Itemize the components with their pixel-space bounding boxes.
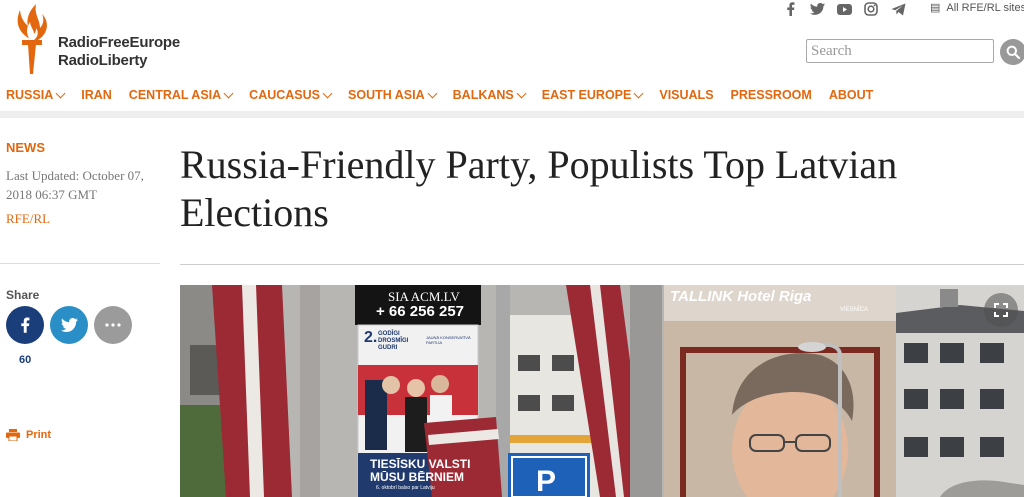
share-twitter-button[interactable]: [50, 306, 88, 344]
logo-line-1: RadioFreeEurope: [58, 34, 181, 51]
search-input[interactable]: [806, 39, 994, 63]
sites-icon: ▤: [930, 2, 941, 14]
logo-line-2: RadioLiberty: [58, 52, 148, 69]
share-facebook-button[interactable]: [6, 306, 44, 344]
nav-item-balkans[interactable]: BALKANS: [452, 88, 527, 102]
nav-item-pressroom[interactable]: PRESSROOM: [731, 88, 812, 102]
twitter-icon: [60, 318, 78, 332]
poster-bottom-line-2: MŪSU BĒRNIEM: [370, 470, 465, 484]
nav-label: IRAN: [81, 88, 112, 102]
last-updated: Last Updated: October 07, 2018 06:37 GMT: [6, 168, 144, 202]
instagram-icon[interactable]: [863, 1, 879, 17]
expand-photo-button[interactable]: [984, 293, 1018, 327]
article-title: Russia-Friendly Party, Populists Top Lat…: [180, 142, 898, 235]
social-links: [782, 0, 917, 18]
search-box: [806, 39, 1024, 65]
article-photo[interactable]: SIA ACM.LV + 66 256 257 2. GODĪGI DROSMĪ…: [180, 285, 1024, 497]
chevron-down-icon: [223, 88, 234, 98]
nav-label: ABOUT: [828, 88, 874, 102]
nav-item-east-europe[interactable]: EAST EUROPE: [541, 88, 644, 102]
nav-item-iran[interactable]: IRAN: [81, 88, 112, 102]
youtube-icon[interactable]: [836, 1, 852, 17]
nav-label: VISUALS: [659, 88, 714, 102]
chevron-down-icon: [322, 88, 333, 98]
header-divider: [0, 111, 1024, 118]
meta-divider: [0, 263, 160, 264]
billboard-phone-text: + 66 256 257: [376, 303, 465, 320]
all-sites-link[interactable]: ▤ All RFE/RL sites: [930, 1, 1024, 15]
facebook-icon[interactable]: [782, 1, 798, 17]
logo-wordmark: RadioFreeEurope RadioLiberty: [58, 34, 180, 70]
poster-date-text: 6. oktobrī balso par Latviju: [376, 485, 435, 491]
nav-label: BALKANS: [452, 88, 514, 102]
print-label: Print: [26, 429, 52, 441]
share-count: 60: [19, 354, 32, 366]
nav-item-visuals[interactable]: VISUALS: [659, 88, 713, 102]
printer-icon: [6, 429, 20, 441]
nav-label: PRESSROOM: [730, 88, 812, 102]
nav-label: EAST EUROPE: [541, 88, 632, 102]
poster-slogan-text: GODĪGI DROSMĪGI GUDRI: [378, 331, 409, 351]
rferl-logo[interactable]: RadioFreeEurope RadioLiberty: [6, 4, 180, 74]
nav-label: SOUTH ASIA: [348, 88, 425, 102]
photo-scene: [180, 285, 1024, 497]
nav-item-russia[interactable]: RUSSIA: [6, 88, 66, 102]
torch-icon: [17, 4, 47, 74]
nav-label: CAUCASUS: [249, 88, 321, 102]
print-button[interactable]: Print: [6, 429, 51, 441]
facebook-icon: [21, 317, 30, 333]
search-button[interactable]: [1000, 39, 1024, 65]
nav-item-south-asia[interactable]: SOUTH ASIA: [348, 88, 438, 102]
search-icon: [1006, 45, 1020, 59]
twitter-icon[interactable]: [809, 1, 825, 17]
more-icon: [105, 323, 121, 327]
main-nav: RUSSIA IRAN CENTRAL ASIA CAUCASUS SOUTH …: [6, 86, 890, 104]
article-source[interactable]: RFE/RL: [6, 211, 50, 227]
parking-sign-text: P: [536, 465, 557, 497]
all-sites-label: All RFE/RL sites: [946, 1, 1024, 14]
chevron-down-icon: [633, 88, 644, 98]
section-label[interactable]: NEWS: [6, 140, 45, 155]
title-divider: [180, 264, 1024, 265]
chevron-down-icon: [516, 88, 527, 98]
nav-item-central-asia[interactable]: CENTRAL ASIA: [128, 88, 234, 102]
nav-item-about[interactable]: ABOUT: [829, 88, 873, 102]
chevron-down-icon: [55, 88, 66, 98]
hotel-sub-text: VIESNĪCA: [840, 307, 869, 313]
telegram-icon[interactable]: [890, 1, 906, 17]
share-more-button[interactable]: [94, 306, 132, 344]
poster-party-text: JAUNĀ KONSERVATĪVĀ PARTIJA: [426, 335, 471, 345]
chevron-down-icon: [427, 88, 438, 98]
nav-item-caucasus[interactable]: CAUCASUS: [249, 88, 333, 102]
nav-label: CENTRAL ASIA: [128, 88, 222, 102]
share-label: Share: [6, 288, 40, 302]
hotel-sign-text: TALLINK Hotel Riga: [670, 288, 812, 305]
nav-label: RUSSIA: [6, 88, 54, 102]
poster-number-text: 2.: [364, 329, 378, 346]
poster-bottom-line-1: TIESĪSKU VALSTI: [370, 457, 471, 471]
expand-icon: [994, 303, 1008, 317]
